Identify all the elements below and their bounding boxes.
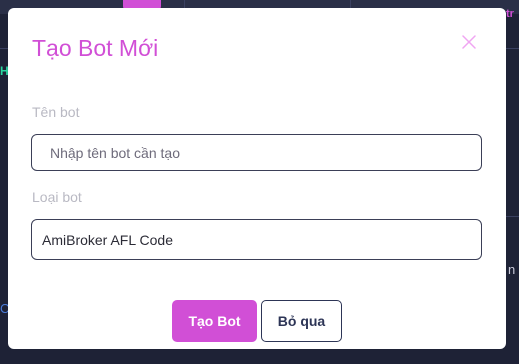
bot-type-selected-value: AmiBroker AFL Code [42,231,173,248]
background-divider [0,48,8,49]
skip-button[interactable]: Bỏ qua [261,300,342,342]
bot-type-select[interactable]: AmiBroker AFL Code [31,219,482,260]
create-bot-button[interactable]: Tạo Bot [172,300,257,342]
dialog-title: Tạo Bot Mới [32,35,159,61]
bot-type-label: Loại bot [32,189,82,205]
close-icon [462,35,476,49]
background-divider [506,216,519,217]
bot-name-label: Tên bot [32,104,80,120]
bot-name-input[interactable] [31,134,482,171]
background-right-text: n [508,262,516,277]
create-bot-dialog: Tạo Bot Mới Tên bot Loại bot AmiBroker A… [8,8,506,349]
background-divider [506,48,519,49]
background-header-text: tr [506,8,514,20]
close-button[interactable] [462,35,480,53]
